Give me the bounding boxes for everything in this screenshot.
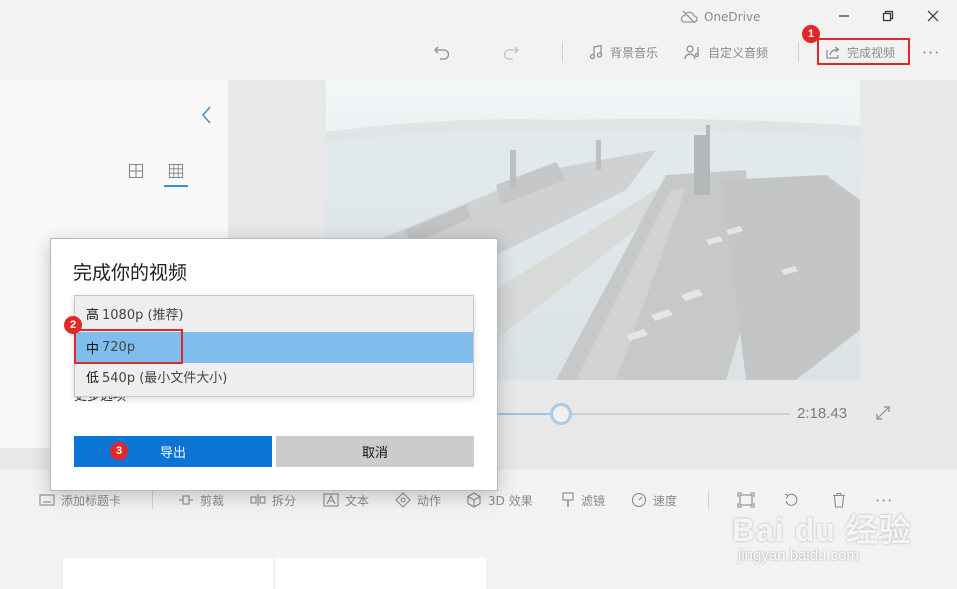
text-icon <box>323 493 339 507</box>
close-icon <box>927 10 939 22</box>
storyboard-card[interactable] <box>63 558 273 589</box>
split-button[interactable]: 拆分 <box>250 490 296 510</box>
motion-button[interactable]: 动作 <box>395 490 441 510</box>
text-button[interactable]: 文本 <box>323 490 369 510</box>
filters-button[interactable]: 滤镜 <box>561 490 605 510</box>
collapse-panel-button[interactable] <box>200 105 216 127</box>
trim-label: 剪裁 <box>200 493 225 508</box>
text-label: 文本 <box>345 493 370 508</box>
add-title-card-button[interactable]: 添加标题卡 <box>39 490 121 510</box>
background-music-label: 背景音乐 <box>610 45 659 60</box>
bottom-toolbar-divider <box>152 491 153 509</box>
cancel-button[interactable]: 取消 <box>276 436 474 467</box>
onedrive-status[interactable]: OneDrive <box>680 7 760 27</box>
bottom-toolbar-divider <box>708 491 709 509</box>
active-view-indicator <box>164 185 188 187</box>
trim-button[interactable]: 剪裁 <box>178 490 224 510</box>
quality-option-low[interactable]: 低 540p (最小文件大小) <box>75 361 473 392</box>
custom-audio-label: 自定义音频 <box>708 45 769 60</box>
custom-audio-button[interactable]: 自定义音频 <box>684 40 768 64</box>
dialog-title: 完成你的视频 <box>73 262 188 284</box>
undo-icon <box>434 46 450 60</box>
redo-icon <box>503 46 519 60</box>
toolbar-divider <box>562 42 563 62</box>
minimize-icon <box>839 15 849 17</box>
baidu-jingyan-watermark: Bai du 经验 <box>732 512 912 548</box>
cloud-off-icon <box>680 10 698 24</box>
more-options-button[interactable]: ··· <box>922 40 940 64</box>
export-label: 导出 <box>159 446 186 461</box>
grid-2x2-icon <box>128 163 144 179</box>
annotation-badge-3: 3 <box>110 442 128 460</box>
filter-brush-icon <box>562 492 574 507</box>
annotation-badge-2: 2 <box>64 316 82 334</box>
export-button[interactable]: 导出 <box>74 436 272 467</box>
close-window-button[interactable] <box>918 4 948 28</box>
grid-3x3-icon <box>168 163 184 179</box>
fullscreen-button[interactable] <box>876 405 890 424</box>
storyboard-card[interactable] <box>276 558 486 589</box>
finish-video-button[interactable]: 完成视频 <box>825 40 895 64</box>
3d-effects-icon <box>467 492 481 508</box>
annotation-badge-1: 1 <box>802 25 820 43</box>
annotation-box-720p <box>74 329 183 364</box>
video-duration: 2:18.43 <box>797 405 848 422</box>
expand-icon <box>876 406 890 420</box>
finish-video-label: 完成视频 <box>847 45 896 60</box>
undo-button[interactable] <box>433 40 451 64</box>
speed-button[interactable]: 速度 <box>631 490 677 510</box>
restore-icon <box>882 10 894 22</box>
title-card-icon <box>39 494 55 506</box>
speed-gauge-icon <box>631 492 647 508</box>
3d-effects-label: 3D 效果 <box>488 493 533 508</box>
motion-icon <box>395 492 411 508</box>
split-label: 拆分 <box>272 493 297 508</box>
quality-option-high[interactable]: 高 1080p (推荐) <box>75 298 473 329</box>
3d-effects-button[interactable]: 3D 效果 <box>466 490 533 510</box>
person-audio-icon <box>684 45 700 60</box>
watermark-url: jingyan.baidu.com <box>738 547 859 564</box>
motion-label: 动作 <box>417 493 442 508</box>
small-grid-view-button[interactable] <box>168 163 184 179</box>
share-export-icon <box>826 46 840 59</box>
onedrive-label: OneDrive <box>704 10 761 24</box>
minimize-button[interactable] <box>829 4 859 28</box>
restore-button[interactable] <box>873 4 903 28</box>
trim-icon <box>179 495 193 505</box>
filters-label: 滤镜 <box>581 493 606 508</box>
cancel-label: 取消 <box>361 446 388 461</box>
large-grid-view-button[interactable] <box>128 163 144 179</box>
redo-button[interactable] <box>502 40 520 64</box>
add-title-card-label: 添加标题卡 <box>61 493 122 508</box>
toolbar-divider <box>798 42 799 62</box>
music-note-icon <box>589 44 603 60</box>
speed-label: 速度 <box>653 493 678 508</box>
background-music-button[interactable]: 背景音乐 <box>588 40 658 64</box>
split-icon <box>250 494 266 506</box>
timeline-scrubber-handle[interactable] <box>549 403 572 425</box>
chevron-left-icon <box>202 106 211 124</box>
